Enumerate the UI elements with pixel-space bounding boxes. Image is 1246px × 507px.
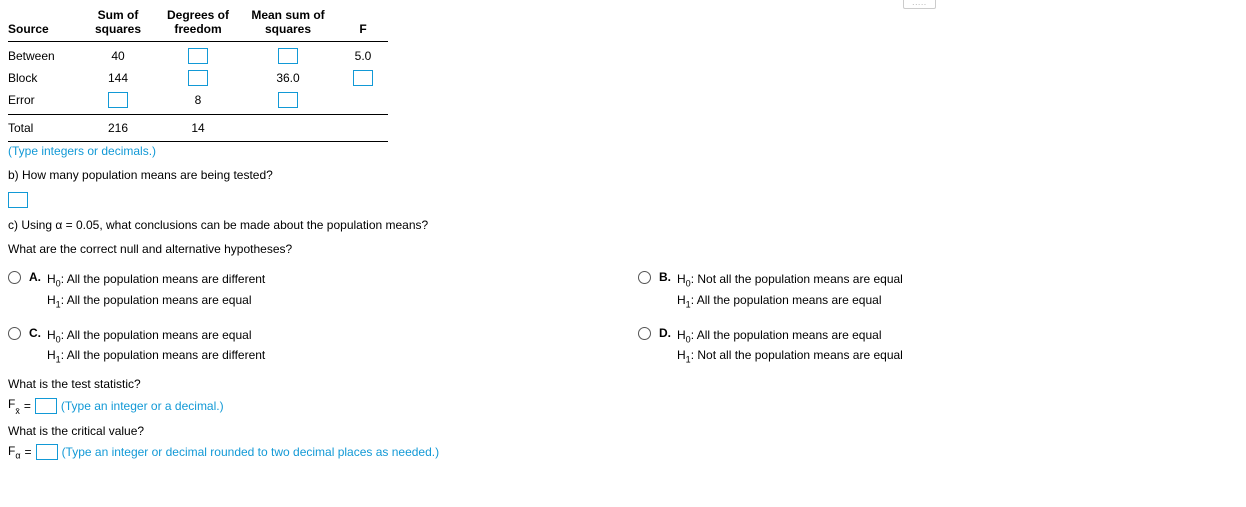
radio-b[interactable] bbox=[638, 271, 651, 284]
fa-symbol: Fα bbox=[8, 444, 21, 460]
header-ms-1: Mean sum of bbox=[238, 8, 338, 22]
row-block-ms: 36.0 bbox=[238, 71, 338, 85]
row-between-label: Between bbox=[8, 49, 78, 63]
row-error-ms-input[interactable] bbox=[278, 92, 298, 108]
row-block-ss: 144 bbox=[78, 71, 158, 85]
option-d[interactable]: D. H0: All the population means are equa… bbox=[638, 326, 1228, 368]
row-block-f-input[interactable] bbox=[353, 70, 373, 86]
header-f: F bbox=[338, 22, 388, 36]
row-between-ss: 40 bbox=[78, 49, 158, 63]
fx-equals: = bbox=[24, 399, 31, 413]
row-error-df: 8 bbox=[158, 93, 238, 107]
option-b-text: H0: Not all the population means are equ… bbox=[677, 270, 903, 312]
dots-indicator: ..... bbox=[903, 0, 936, 7]
header-ss-2: squares bbox=[78, 22, 158, 36]
test-statistic-formula: Fx̄ = (Type an integer or a decimal.) bbox=[8, 397, 1238, 413]
question-b: b) How many population means are being t… bbox=[8, 168, 1238, 182]
header-source: Source bbox=[8, 22, 78, 36]
fx-symbol: Fx̄ bbox=[8, 397, 20, 413]
hint-test-statistic: (Type an integer or a decimal.) bbox=[61, 399, 224, 413]
row-block-df-input[interactable] bbox=[188, 70, 208, 86]
hypothesis-options: A. H0: All the population means are diff… bbox=[8, 270, 1228, 368]
header-ss-1: Sum of bbox=[78, 8, 158, 22]
question-critical-value: What is the critical value? bbox=[8, 424, 1238, 438]
hint-critical-value: (Type an integer or decimal rounded to t… bbox=[62, 445, 440, 459]
question-c: c) Using α = 0.05, what conclusions can … bbox=[8, 218, 1238, 232]
header-df-1: Degrees of bbox=[158, 8, 238, 22]
critical-value-formula: Fα = (Type an integer or decimal rounded… bbox=[8, 444, 1238, 460]
row-total-df: 14 bbox=[158, 121, 238, 135]
critical-value-input[interactable] bbox=[36, 444, 58, 460]
question-hypotheses: What are the correct null and alternativ… bbox=[8, 242, 1238, 256]
option-a[interactable]: A. H0: All the population means are diff… bbox=[8, 270, 598, 312]
option-d-letter: D. bbox=[659, 326, 671, 340]
option-c[interactable]: C. H0: All the population means are equa… bbox=[8, 326, 598, 368]
radio-c[interactable] bbox=[8, 327, 21, 340]
row-between-df-input[interactable] bbox=[188, 48, 208, 64]
fa-equals: = bbox=[25, 445, 32, 459]
row-total-label: Total bbox=[8, 121, 78, 135]
question-b-input[interactable] bbox=[8, 192, 28, 208]
header-df-2: freedom bbox=[158, 22, 238, 36]
row-error-ss-input[interactable] bbox=[108, 92, 128, 108]
row-error-label: Error bbox=[8, 93, 78, 107]
option-b-letter: B. bbox=[659, 270, 671, 284]
option-d-text: H0: All the population means are equal H… bbox=[677, 326, 903, 368]
row-between-f: 5.0 bbox=[338, 49, 388, 63]
question-test-statistic: What is the test statistic? bbox=[8, 377, 1238, 391]
radio-d[interactable] bbox=[638, 327, 651, 340]
option-b[interactable]: B. H0: Not all the population means are … bbox=[638, 270, 1228, 312]
row-block-label: Block bbox=[8, 71, 78, 85]
hint-type-integers-decimals: (Type integers or decimals.) bbox=[8, 144, 1238, 158]
header-ms-2: squares bbox=[238, 22, 338, 36]
row-between-ms-input[interactable] bbox=[278, 48, 298, 64]
test-statistic-input[interactable] bbox=[35, 398, 57, 414]
option-c-text: H0: All the population means are equal H… bbox=[47, 326, 265, 368]
anova-header-row: Source Sum ofsquares Degrees offreedom M… bbox=[8, 8, 1238, 37]
option-a-letter: A. bbox=[29, 270, 41, 284]
radio-a[interactable] bbox=[8, 271, 21, 284]
row-total-ss: 216 bbox=[78, 121, 158, 135]
option-c-letter: C. bbox=[29, 326, 41, 340]
option-a-text: H0: All the population means are differe… bbox=[47, 270, 265, 312]
anova-table: Between 40 5.0 Block 144 36.0 Error 8 To… bbox=[8, 39, 1238, 142]
